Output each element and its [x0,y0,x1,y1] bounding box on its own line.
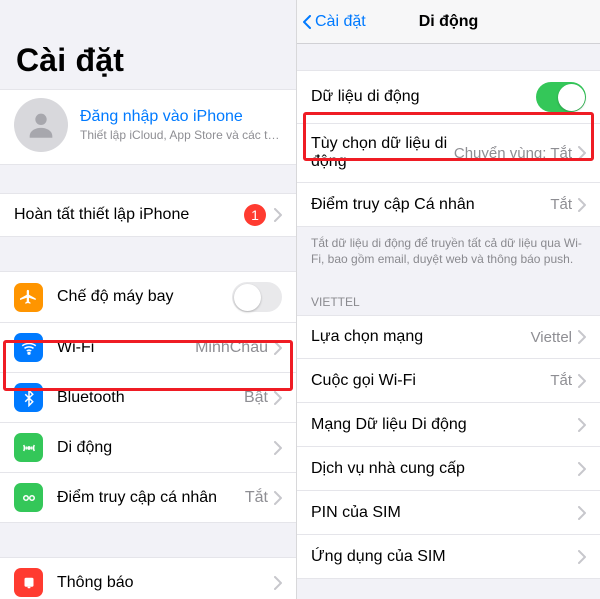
cellular-data-row[interactable]: Dữ liệu di động [297,70,600,124]
settings-header: Cài đặt [0,0,296,89]
wifi-icon [14,333,43,362]
chevron-right-icon [274,441,282,455]
cellular-row[interactable]: Di động [0,423,296,473]
page-title: Cài đặt [16,42,280,79]
sim-pin-row[interactable]: PIN của SIM [297,491,600,535]
wifi-calling-value: Tắt [550,372,572,389]
chevron-right-icon [578,550,586,564]
chevron-right-icon [274,208,282,222]
avatar [14,98,68,152]
wifi-calling-row[interactable]: Cuộc gọi Wi-Fi Tắt [297,359,600,403]
chevron-right-icon [274,341,282,355]
carrier-services-row[interactable]: Dịch vụ nhà cung cấp [297,447,600,491]
sim-apps-row[interactable]: Ứng dụng của SIM [297,535,600,579]
wifi-row[interactable]: Wi-Fi MinhChau [0,323,296,373]
personal-hotspot-row[interactable]: Điểm truy cập Cá nhân Tắt [297,183,600,227]
cellular-data-toggle[interactable] [536,82,586,112]
chevron-right-icon [578,198,586,212]
notification-badge: 1 [244,204,266,226]
data-options-row[interactable]: Tùy chọn dữ liệu di động Chuyển vùng: Tắ… [297,124,600,183]
chevron-right-icon [578,330,586,344]
data-footer: Tắt dữ liệu di động để truyền tất cả dữ … [297,227,600,281]
airplane-toggle[interactable] [232,282,282,312]
airplane-icon [14,283,43,312]
carrier-header: VIETTEL [297,281,600,315]
data-network-row[interactable]: Mạng Dữ liệu Di động [297,403,600,447]
chevron-right-icon [274,491,282,505]
cellular-icon [14,433,43,462]
network-selection-row[interactable]: Lựa chọn mạng Viettel [297,315,600,359]
data-options-value: Chuyển vùng: Tắt [454,145,572,162]
hotspot-value: Tắt [245,489,268,507]
settings-root-panel: Cài đặt Đăng nhập vào iPhone Thiết lập i… [0,0,297,599]
chevron-right-icon [578,146,586,160]
hotspot-value: Tắt [550,196,572,213]
apple-id-row[interactable]: Đăng nhập vào iPhone Thiết lập iCloud, A… [0,89,296,165]
bluetooth-value: Bật [244,389,268,407]
bluetooth-row[interactable]: Bluetooth Bật [0,373,296,423]
chevron-right-icon [578,506,586,520]
chevron-right-icon [274,391,282,405]
chevron-left-icon [303,15,311,29]
back-button[interactable]: Cài đặt [303,13,366,31]
signin-label: Đăng nhập vào iPhone [80,108,282,126]
hotspot-icon [14,483,43,512]
network-value: Viettel [531,329,572,346]
signin-sublabel: Thiết lập iCloud, App Store và các tài k… [80,128,282,142]
finish-setup-row[interactable]: Hoàn tất thiết lập iPhone 1 [0,193,296,237]
chevron-right-icon [578,418,586,432]
cellular-detail-panel: Cài đặt Di động Dữ liệu di động Tùy chọn… [297,0,600,599]
hotspot-row[interactable]: Điểm truy cập cá nhân Tắt [0,473,296,523]
airplane-mode-row[interactable]: Chế độ máy bay [0,271,296,323]
notifications-icon [14,568,43,597]
wifi-value: MinhChau [195,339,268,357]
notifications-row[interactable]: Thông báo [0,557,296,599]
bluetooth-icon [14,383,43,412]
nav-title: Di động [419,13,479,31]
nav-bar: Cài đặt Di động [297,0,600,44]
chevron-right-icon [578,462,586,476]
chevron-right-icon [274,576,282,590]
chevron-right-icon [578,374,586,388]
